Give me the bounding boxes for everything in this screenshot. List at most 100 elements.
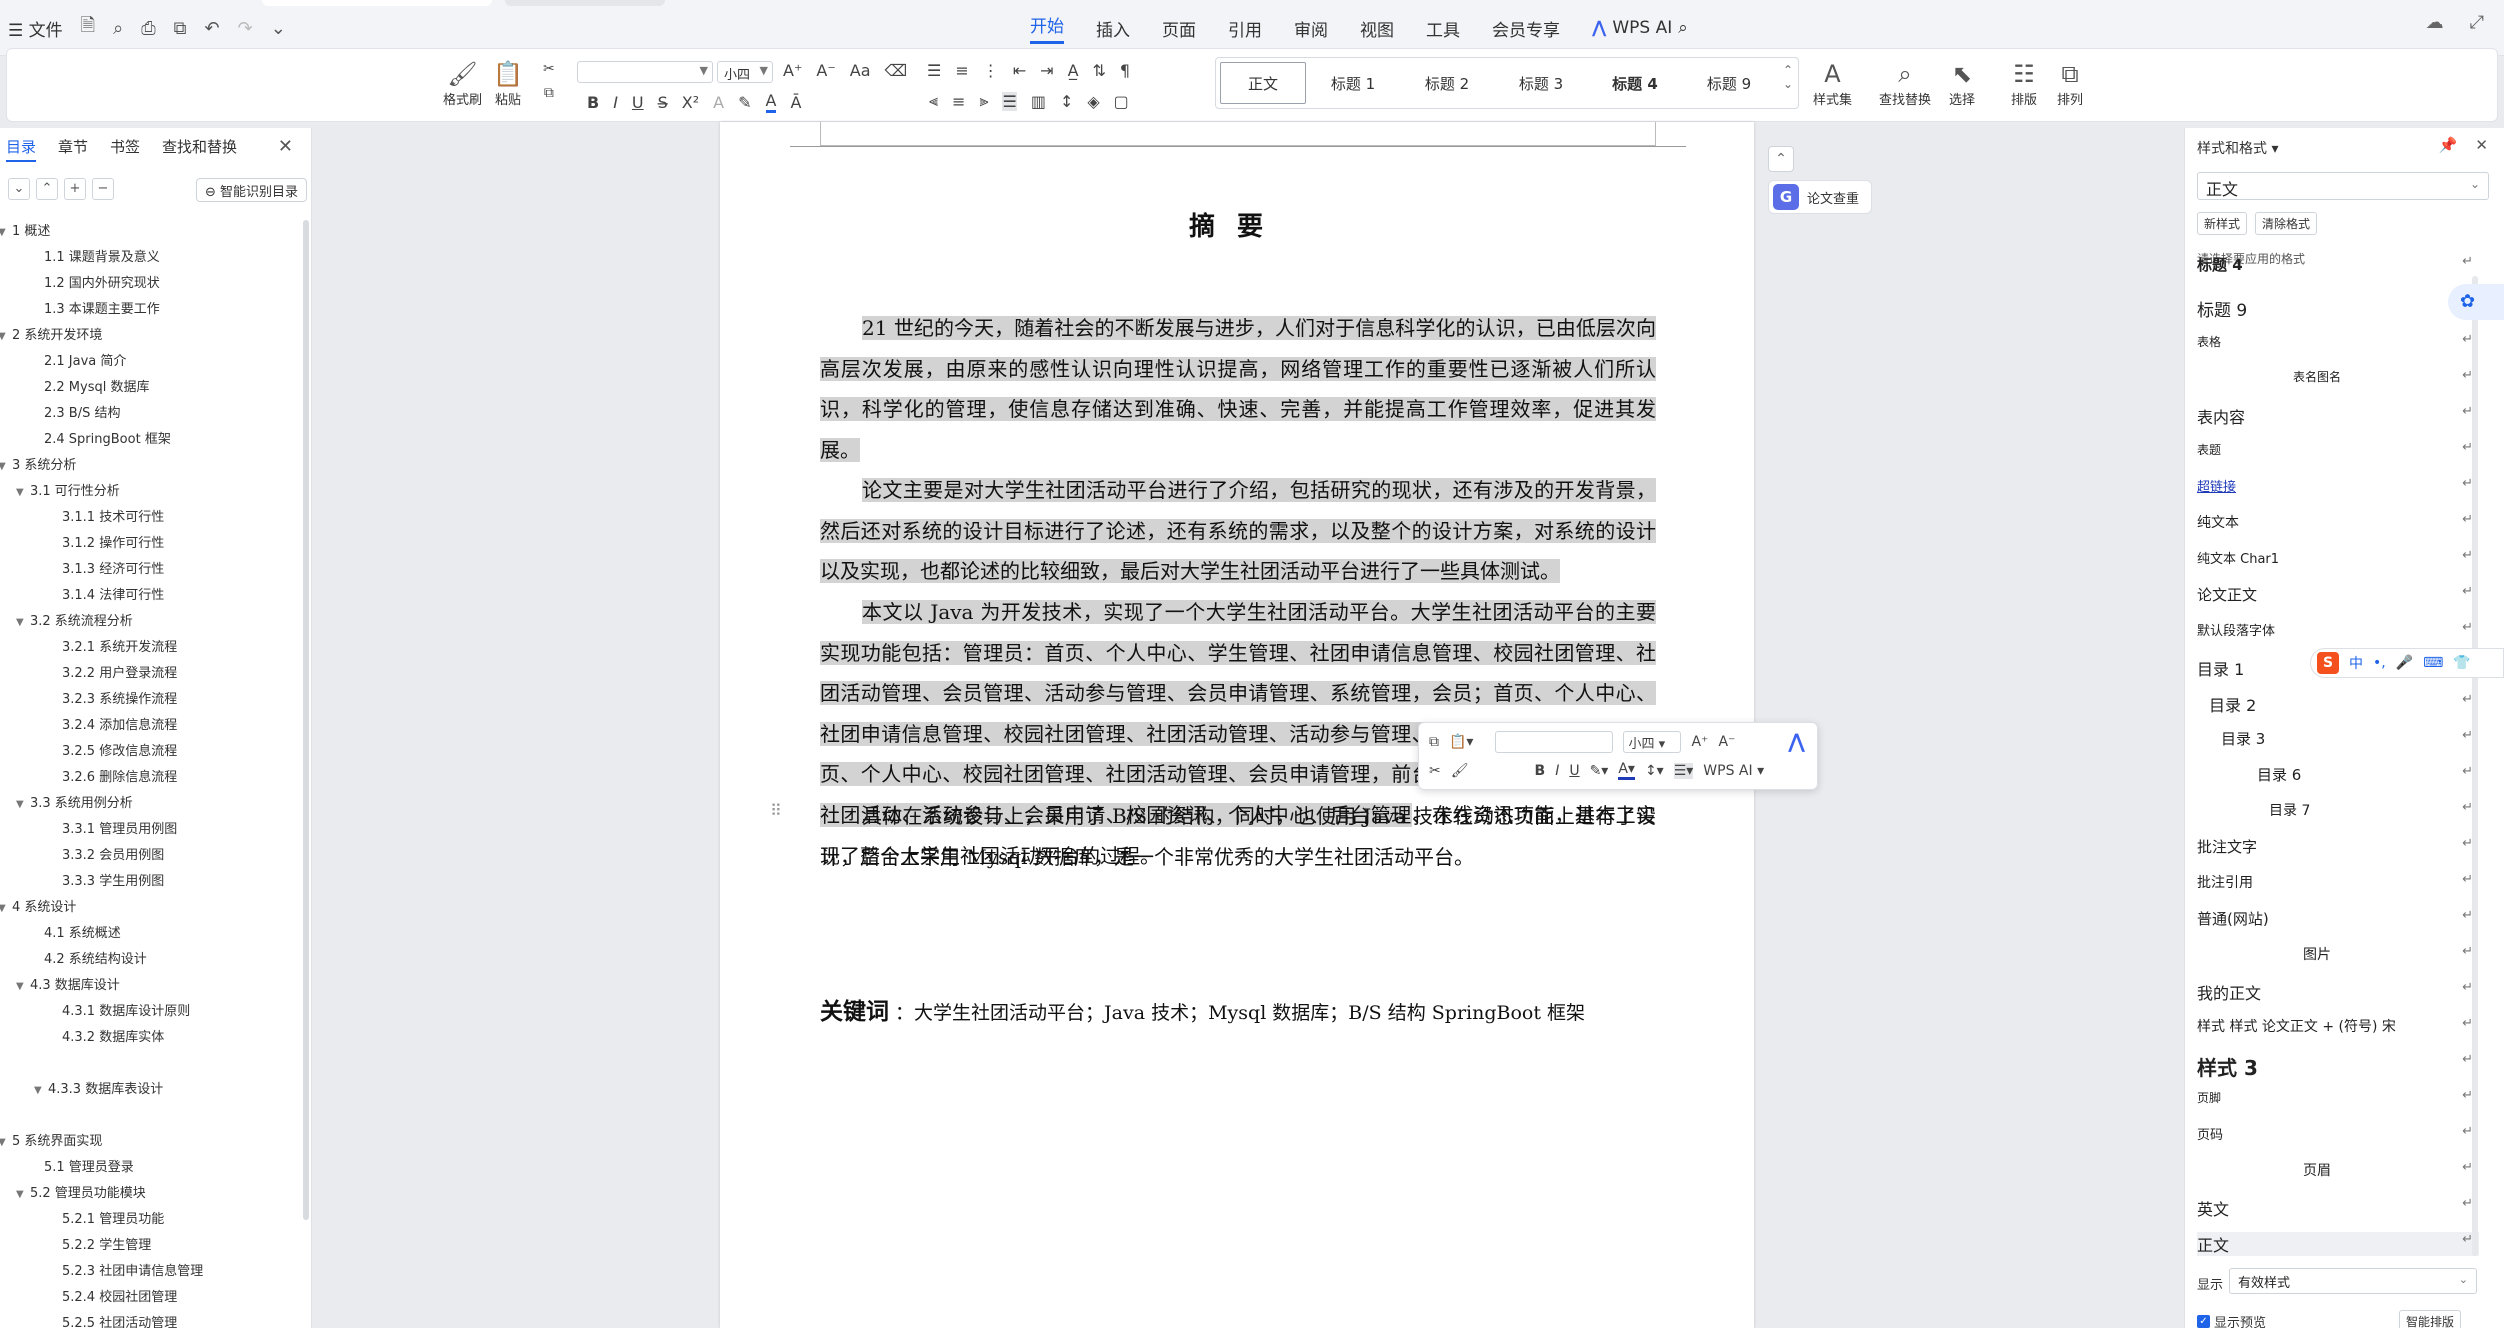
toc-item[interactable]: ▼ 1 概述: [0, 220, 50, 239]
align-left-icon[interactable]: ⫷: [929, 91, 938, 111]
toc-item[interactable]: ▼ 3.3 系统用例分析: [16, 792, 133, 811]
open-icon[interactable]: ⌕: [113, 18, 123, 39]
toc-item[interactable]: ▼ 5 系统界面实现: [0, 1130, 102, 1149]
toc-item[interactable]: 3.3.2 会员用例图: [62, 844, 164, 863]
wps-ai-logo-icon[interactable]: ⋀: [1788, 729, 1805, 753]
caret-down-icon[interactable]: ▼: [34, 1085, 48, 1096]
toc-item[interactable]: 4.3.2 数据库实体: [62, 1026, 164, 1045]
grow-font-icon[interactable]: A⁺: [783, 61, 802, 80]
toc-item[interactable]: 3.3.3 学生用例图: [62, 870, 164, 889]
sort-icon[interactable]: ⇅: [1093, 61, 1106, 80]
border-icon[interactable]: ▢: [1114, 92, 1129, 111]
clear-format-icon[interactable]: ⌫: [885, 61, 908, 80]
gallery-scroll-icon[interactable]: ⌃ ⌄: [1783, 63, 1793, 91]
ime-punct-icon[interactable]: •,: [2373, 655, 2386, 671]
pin-icon[interactable]: 📌: [2439, 136, 2458, 154]
caret-down-icon[interactable]: ▼: [0, 331, 12, 342]
paste-icon[interactable]: 📋▾: [1449, 734, 1473, 750]
microphone-icon[interactable]: 🎤: [2396, 655, 2413, 671]
line-spacing-icon[interactable]: ↕▾: [1645, 763, 1664, 779]
toc-item[interactable]: 2.4 SpringBoot 框架: [44, 428, 171, 447]
font-color-icon[interactable]: A▾: [1618, 761, 1635, 780]
expand-chevron-icon[interactable]: ⌃: [36, 178, 58, 200]
style-gallery-item[interactable]: 标题 3: [1494, 62, 1588, 104]
style-gallery-item[interactable]: 正文: [1220, 62, 1306, 104]
underline-button[interactable]: U: [632, 93, 644, 112]
tab-4[interactable]: 审阅: [1294, 16, 1328, 41]
toc-item[interactable]: 3.2.3 系统操作流程: [62, 688, 177, 707]
toc-item[interactable]: 2.2 Mysql 数据库: [44, 376, 150, 395]
caret-down-icon[interactable]: ▼: [0, 1137, 12, 1148]
toc-item[interactable]: 5.2.1 管理员功能: [62, 1208, 164, 1227]
redo-icon[interactable]: ↷: [238, 18, 253, 39]
style-gallery-item[interactable]: 标题 2: [1400, 62, 1494, 104]
style-list-item[interactable]: 标题 4 ↵: [2197, 254, 2479, 275]
tab-3[interactable]: 引用: [1228, 16, 1262, 41]
format-brush-icon[interactable]: 🖌: [1451, 763, 1469, 779]
highlight-icon[interactable]: ✎: [738, 93, 751, 112]
tab-6[interactable]: 工具: [1426, 16, 1460, 41]
abstract-paragraph-4[interactable]: 具体在系统设计上，采用了 B/S 的结构，同时，也使用 Java 技术在动态页面…: [820, 796, 1656, 877]
style-list-item[interactable]: 标题 9↵: [2197, 296, 2479, 321]
copy-icon[interactable]: ⧉: [544, 85, 554, 101]
highlight-icon[interactable]: ✎▾: [1590, 763, 1609, 779]
toc-item[interactable]: ▼ 3 系统分析: [0, 454, 76, 473]
italic-button[interactable]: I: [1555, 763, 1559, 779]
caret-down-icon[interactable]: ▼: [16, 617, 30, 628]
keywords-line[interactable]: 关键词 ：大学生社团活动平台；Java 技术；Mysql 数据库；B/S 结构 …: [820, 992, 1585, 1026]
numbered-list-icon[interactable]: ≡: [955, 61, 968, 80]
align-center-icon[interactable]: ≡: [952, 92, 965, 111]
tab-2[interactable]: 页面: [1162, 16, 1196, 41]
style-list-item[interactable]: 目录 6 ↵: [2197, 764, 2479, 785]
toc-item[interactable]: 1.2 国内外研究现状: [44, 272, 160, 291]
new-style-button[interactable]: 新样式: [2197, 212, 2248, 235]
style-list-item[interactable]: 普通(网站) ↵: [2197, 908, 2479, 929]
style-list-item[interactable]: 英文 ↵: [2197, 1196, 2479, 1220]
change-case-icon[interactable]: Aa: [850, 61, 871, 80]
remove-icon[interactable]: −: [92, 178, 114, 200]
arrange-button[interactable]: ⧉ 排列: [2057, 59, 2083, 108]
collapse-up-icon[interactable]: ⌃: [1768, 146, 1794, 172]
increase-indent-icon[interactable]: ⇥: [1040, 61, 1053, 80]
justify-icon[interactable]: ☰: [1002, 91, 1017, 111]
skin-icon[interactable]: 👕: [2453, 655, 2470, 671]
toc-item[interactable]: ▼ 5.2 管理员功能模块: [16, 1182, 146, 1201]
style-list-item[interactable]: 默认段落字体 ↵: [2197, 620, 2479, 639]
style-list-item[interactable]: 超链接 ↵: [2197, 476, 2479, 495]
font-name-combo[interactable]: ▼: [577, 61, 713, 83]
bold-button[interactable]: B: [587, 93, 599, 112]
chinese-layout-icon[interactable]: A̲: [1068, 61, 1079, 80]
nav-tab-3[interactable]: 查找和替换: [162, 136, 237, 162]
customize-chevron-icon[interactable]: ⌄: [271, 18, 286, 39]
style-set-button[interactable]: A 样式集: [1813, 59, 1852, 108]
toc-item[interactable]: 2.3 B/S 结构: [44, 402, 121, 421]
style-list-item[interactable]: 页脚 ↵: [2197, 1088, 2479, 1106]
document-tab-active[interactable]: [262, 0, 492, 6]
print-preview-icon[interactable]: ⧉: [174, 18, 187, 39]
show-preview-checkbox[interactable]: ✓ 显示预览: [2197, 1312, 2266, 1328]
line-spacing-icon[interactable]: ↕: [1060, 92, 1073, 111]
tab-7[interactable]: 会员专享: [1492, 16, 1560, 41]
cut-icon[interactable]: ✂: [1429, 763, 1441, 779]
toc-item[interactable]: 3.2.2 用户登录流程: [62, 662, 177, 681]
add-icon[interactable]: +: [64, 178, 86, 200]
style-list-item[interactable]: 纯文本 ↵: [2197, 512, 2479, 532]
toc-item[interactable]: 3.3.1 管理员用例图: [62, 818, 177, 837]
show-filter-select[interactable]: 有效样式 ⌄: [2229, 1268, 2477, 1294]
style-list-item[interactable]: 批注引用 ↵: [2197, 872, 2479, 892]
cloud-sync-icon[interactable]: ☁: [2426, 12, 2444, 33]
toc-item[interactable]: 3.1.2 操作可行性: [62, 532, 164, 551]
cut-icon[interactable]: ✂: [543, 61, 555, 77]
shading-icon[interactable]: ◈: [1087, 92, 1099, 111]
search-icon[interactable]: ⌕: [1678, 18, 1688, 38]
toc-item[interactable]: ▼ 3.2 系统流程分析: [16, 610, 133, 629]
font-size-combo[interactable]: 小四 ▼: [717, 61, 773, 83]
caret-down-icon[interactable]: ▼: [16, 799, 30, 810]
style-list-item[interactable]: 正文 ↵: [2197, 1232, 2479, 1256]
select-button[interactable]: ⬉ 选择: [1949, 59, 1975, 108]
style-list-item[interactable]: 表内容 ↵: [2197, 404, 2479, 428]
caret-down-icon[interactable]: ▼: [0, 227, 12, 238]
drag-handle-icon[interactable]: ⠿: [770, 801, 782, 820]
cloud-helper-icon[interactable]: ✿: [2448, 284, 2504, 320]
font-name-combo[interactable]: [1495, 731, 1614, 753]
